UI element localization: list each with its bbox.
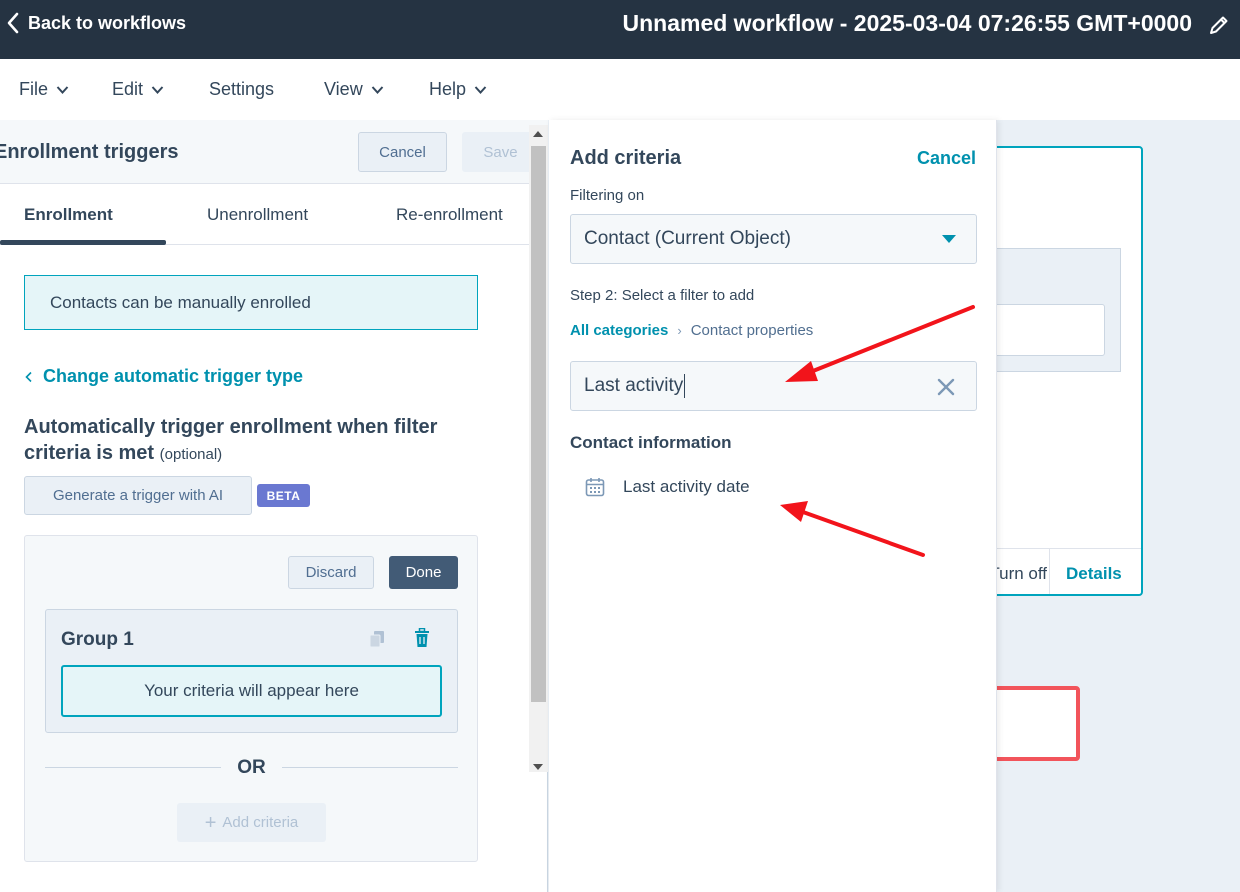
breadcrumb-all-categories[interactable]: All categories <box>570 322 668 339</box>
auto-trigger-title: Automatically trigger enrollment when fi… <box>24 416 438 464</box>
card-footer-separator <box>1049 549 1050 594</box>
menu-settings[interactable]: Settings <box>209 79 274 100</box>
change-trigger-type-link[interactable]: Change automatic trigger type <box>25 366 303 387</box>
caret-down-icon <box>942 235 956 243</box>
enrollment-triggers-panel: Enrollment triggers Cancel Save Enrollme… <box>0 120 548 892</box>
criteria-placeholder: Your criteria will appear here <box>61 665 442 717</box>
workflow-title[interactable]: Unnamed workflow - 2025-03-04 07:26:55 G… <box>623 10 1193 37</box>
menu-help-label: Help <box>429 79 467 99</box>
menu-bar: File Edit Settings View Help <box>0 59 1240 120</box>
done-button[interactable]: Done <box>389 556 458 589</box>
beta-badge: BETA <box>257 484 310 507</box>
cancel-button[interactable]: Cancel <box>358 132 447 172</box>
chevron-left-icon <box>7 12 19 34</box>
menu-view[interactable]: View <box>324 79 384 100</box>
add-criteria-button[interactable]: + Add criteria <box>177 803 326 842</box>
breadcrumb: All categories › Contact properties <box>570 322 813 339</box>
list-item[interactable]: Last activity date <box>585 477 750 497</box>
copy-icon[interactable] <box>369 630 385 648</box>
object-select[interactable]: Contact (Current Object) <box>570 214 977 264</box>
menu-help[interactable]: Help <box>429 79 487 100</box>
pencil-icon[interactable] <box>1208 14 1230 36</box>
back-label: Back to workflows <box>28 12 187 33</box>
chevron-down-icon <box>371 85 383 94</box>
add-criteria-label: Add criteria <box>222 814 299 831</box>
scroll-up-arrow-icon[interactable] <box>533 131 543 137</box>
panel-scrollbar-thumb[interactable] <box>531 146 546 702</box>
manual-enrollment-notice: Contacts can be manually enrolled <box>24 275 478 330</box>
save-button[interactable]: Save <box>462 132 539 172</box>
panel-title: Enrollment triggers <box>0 141 179 163</box>
optional-label: (optional) <box>159 446 223 463</box>
filter-group-1: Group 1 Your criteria will appear here <box>45 609 458 733</box>
plus-icon: + <box>204 811 217 834</box>
trigger-tabs: Enrollment Unenrollment Re-enrollment <box>0 184 548 245</box>
menu-edit-label: Edit <box>112 79 144 99</box>
menu-view-label: View <box>324 79 363 99</box>
tab-enrollment[interactable]: Enrollment <box>24 205 113 225</box>
close-icon[interactable] <box>936 377 956 397</box>
tab-unenrollment[interactable]: Unenrollment <box>207 205 308 225</box>
card-footer-divider <box>997 548 1141 549</box>
menu-edit[interactable]: Edit <box>112 79 164 100</box>
menu-settings-label: Settings <box>209 79 275 99</box>
group-title: Group 1 <box>61 629 134 650</box>
object-select-value: Contact (Current Object) <box>584 228 791 249</box>
text-cursor <box>684 374 686 398</box>
step-label: Step 2: Select a filter to add <box>570 287 755 304</box>
chevron-left-icon <box>25 371 32 382</box>
search-value: Last activity <box>584 375 684 396</box>
chevron-down-icon <box>151 85 164 94</box>
generate-trigger-ai-button[interactable]: Generate a trigger with AI <box>24 476 252 515</box>
change-link-label: Change automatic trigger type <box>43 366 304 386</box>
top-bar: Back to workflows Unnamed workflow - 202… <box>0 0 1240 59</box>
or-label: OR <box>237 757 266 778</box>
calendar-icon <box>585 478 605 497</box>
add-criteria-panel: Add criteria Cancel Filtering on Contact… <box>549 120 997 892</box>
card-details-button[interactable]: Details <box>1066 564 1122 584</box>
add-criteria-title: Add criteria <box>570 147 682 169</box>
back-to-workflows-link[interactable]: Back to workflows <box>6 12 186 34</box>
chevron-down-icon <box>56 85 69 94</box>
chevron-right-icon: › <box>677 323 682 338</box>
filtering-on-label: Filtering on <box>570 187 645 204</box>
menu-file-label: File <box>19 79 49 99</box>
active-tab-indicator <box>0 240 166 245</box>
auto-trigger-heading: Automatically trigger enrollment when fi… <box>24 414 504 468</box>
menu-file[interactable]: File <box>19 79 69 100</box>
filter-group-editor: Discard Done Group 1 Your criteria will … <box>24 535 478 862</box>
breadcrumb-current: Contact properties <box>690 322 814 339</box>
criteria-cancel-link[interactable]: Cancel <box>917 148 976 169</box>
scroll-down-arrow-icon[interactable] <box>533 764 543 770</box>
panel-header: Enrollment triggers Cancel Save <box>0 120 548 184</box>
tab-reenrollment[interactable]: Re-enrollment <box>396 205 503 225</box>
discard-button[interactable]: Discard <box>288 556 374 589</box>
result-label: Last activity date <box>623 477 750 496</box>
chevron-down-icon <box>474 85 487 94</box>
or-divider-left <box>45 767 221 768</box>
or-divider-right <box>282 767 458 768</box>
trash-icon[interactable] <box>413 628 431 648</box>
filter-search-input[interactable]: Last activity <box>570 361 977 411</box>
card-turn-off-button[interactable]: Turn off <box>997 564 1047 584</box>
section-heading: Contact information <box>570 433 732 452</box>
